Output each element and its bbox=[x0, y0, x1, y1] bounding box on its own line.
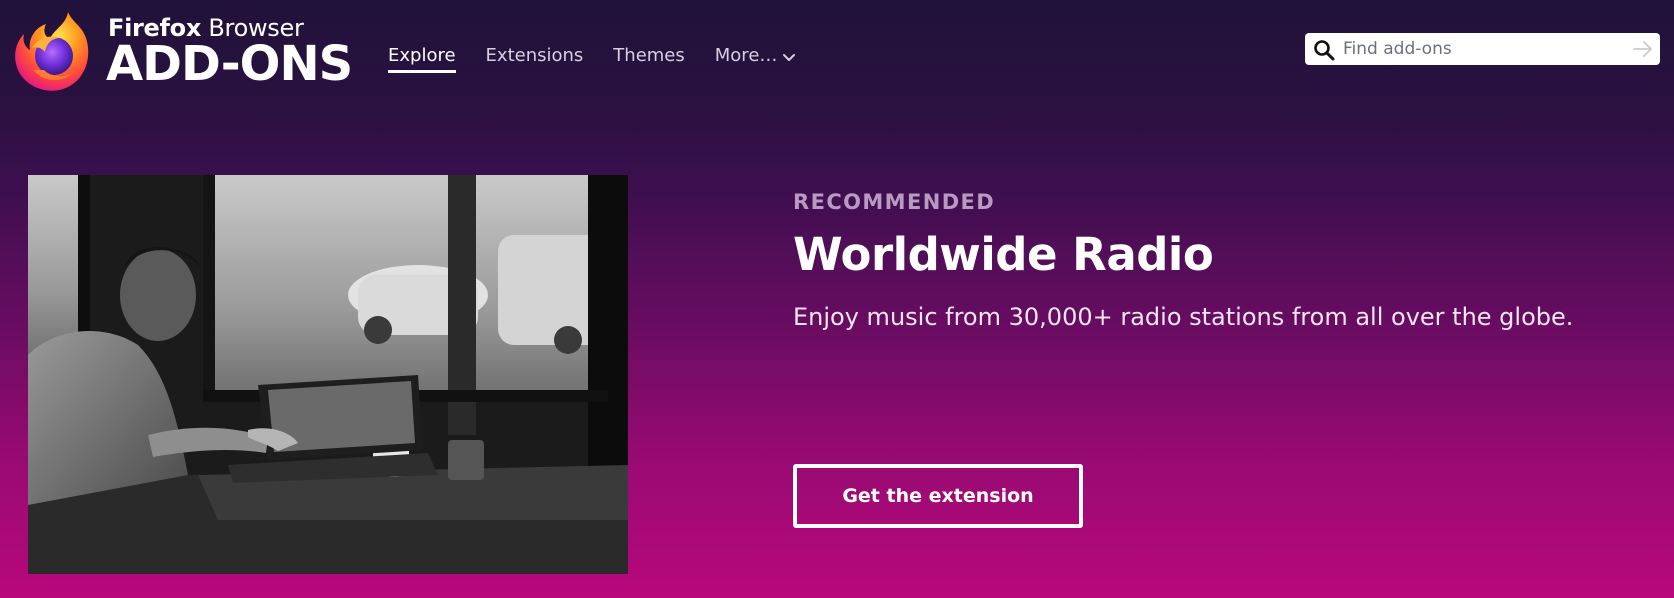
logo-title: ADD-ONS bbox=[106, 36, 353, 92]
nav-more-label: More… bbox=[714, 45, 778, 66]
chevron-down-icon bbox=[783, 54, 796, 61]
nav-extensions[interactable]: Extensions bbox=[486, 44, 584, 74]
search-box bbox=[1305, 33, 1660, 65]
nav-more-dropdown[interactable]: More… bbox=[715, 44, 798, 74]
hero-image bbox=[28, 175, 628, 574]
site-header: Firefox Browser ADD-ONS Explore Extensio… bbox=[0, 0, 1674, 100]
search-input[interactable] bbox=[1339, 33, 1627, 65]
nav-themes[interactable]: Themes bbox=[613, 44, 684, 74]
firefox-addons-logo[interactable]: Firefox Browser ADD-ONS bbox=[12, 8, 362, 94]
hero-description: Enjoy music from 30,000+ radio stations … bbox=[793, 303, 1574, 331]
get-extension-button[interactable]: Get the extension bbox=[793, 464, 1083, 528]
hero-photo bbox=[28, 175, 628, 574]
arrow-right-icon[interactable] bbox=[1632, 40, 1654, 58]
hero-title[interactable]: Worldwide Radio bbox=[793, 228, 1633, 281]
search-icon bbox=[1314, 40, 1335, 61]
firefox-logo-icon bbox=[15, 12, 89, 91]
nav-explore[interactable]: Explore bbox=[388, 44, 456, 74]
hero-text: RECOMMENDED Worldwide Radio Enjoy music … bbox=[793, 190, 1633, 331]
recommended-label: RECOMMENDED bbox=[793, 190, 996, 214]
main-nav: Explore Extensions Themes More… bbox=[388, 44, 827, 74]
